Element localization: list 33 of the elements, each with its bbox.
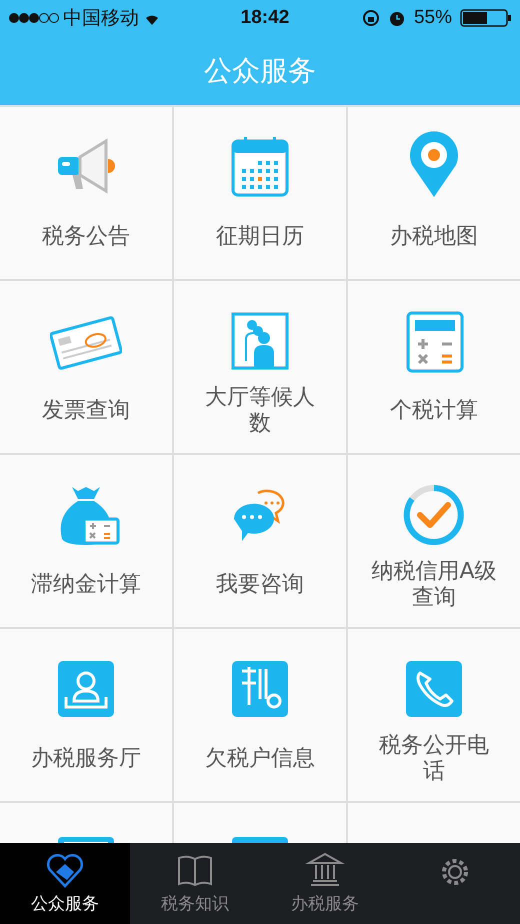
service-tile[interactable]: 发票查询 — [0, 281, 172, 453]
carrier-name: 中国移动 — [63, 6, 139, 31]
page-title: 公众服务 — [204, 52, 316, 88]
battery-percent: 55% — [414, 6, 452, 30]
service-label: 发票查询 — [42, 398, 130, 424]
service-tile[interactable]: 税务公告 — [0, 107, 172, 279]
service-tile[interactable]: 大厅等候人数 — [174, 281, 346, 453]
rotation-lock-icon — [362, 9, 380, 27]
service-label: 滞纳金计算 — [31, 572, 141, 598]
service-tile[interactable]: 我要咨询 — [174, 455, 346, 627]
service-tile[interactable]: 征期日历 — [174, 107, 346, 279]
tab[interactable]: 公众服务 — [0, 843, 130, 924]
service-tile[interactable]: 欠税户信息 — [174, 629, 346, 801]
service-label: 我要咨询 — [216, 572, 304, 598]
service-label: 大厅等候人数 — [204, 385, 316, 437]
service-label: 税务公开电话 — [378, 733, 490, 785]
service-label: 税务公告 — [42, 224, 130, 250]
clock-time: 18:42 — [240, 6, 290, 30]
service-label: 欠税户信息 — [205, 746, 315, 772]
alarm-icon — [388, 9, 406, 27]
battery-icon — [460, 8, 512, 28]
service-label: 个税计算 — [390, 398, 478, 424]
service-tile[interactable]: 个税计算 — [348, 281, 520, 453]
service-label: 办税地图 — [390, 224, 478, 250]
service-label: 办税服务厅 — [31, 746, 141, 772]
service-tile[interactable]: 办税地图 — [348, 107, 520, 279]
service-tile[interactable]: 滞纳金计算 — [0, 455, 172, 627]
service-tile[interactable]: 纳税信用A级查询 — [348, 455, 520, 627]
service-label: 征期日历 — [216, 224, 304, 250]
service-tile[interactable]: 办税服务厅 — [0, 629, 172, 801]
service-label: 纳税信用A级查询 — [370, 559, 498, 611]
signal-icon — [8, 12, 60, 24]
service-tile[interactable]: 税务公开电话 — [348, 629, 520, 801]
